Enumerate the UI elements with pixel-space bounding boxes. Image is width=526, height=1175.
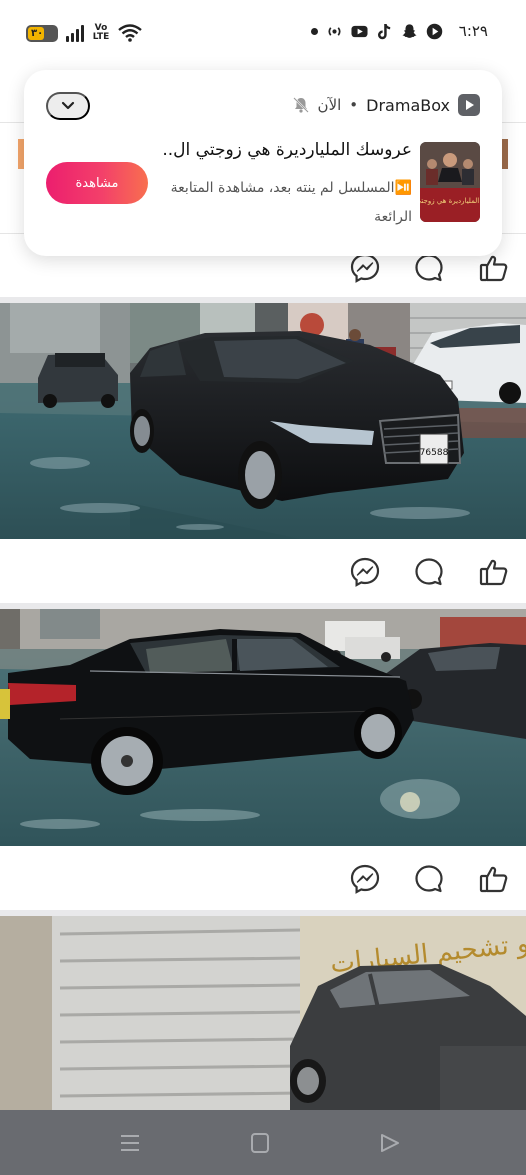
- navigation-bar: [0, 1110, 526, 1175]
- notification-title: عروسك المليارديرة هي زوجتي ال..: [162, 140, 412, 160]
- license-plate: 76588: [420, 448, 449, 458]
- status-right: ٦:٢٩: [310, 22, 488, 40]
- post-actions: [0, 847, 526, 909]
- tiktok-icon: [377, 23, 391, 39]
- car-photo-front: 76588: [0, 303, 526, 539]
- messenger-icon[interactable]: [349, 556, 381, 588]
- clock: ٦:٢٩: [458, 22, 488, 40]
- collapse-button[interactable]: [46, 92, 90, 120]
- status-bar: ٣٠ Vo LTE ٦:٢٩: [0, 0, 526, 62]
- back-triangle-icon[interactable]: [377, 1130, 403, 1156]
- watch-button[interactable]: مشاهدة: [46, 162, 148, 204]
- battery-level: ٣٠: [31, 27, 44, 39]
- notification-header: الآن • DramaBox: [292, 94, 480, 116]
- notification-card[interactable]: الآن • DramaBox عروسك المليارديرة هي زوج…: [24, 70, 502, 256]
- notification-app-name: DramaBox: [366, 95, 450, 115]
- signal-icon: [66, 24, 84, 42]
- wifi-icon: [118, 24, 142, 42]
- broadcast-icon: [328, 26, 341, 36]
- comment-icon[interactable]: [413, 252, 445, 284]
- youtube-icon: [351, 25, 368, 37]
- like-icon[interactable]: [478, 863, 510, 895]
- chevron-down-icon: [61, 101, 75, 110]
- like-icon[interactable]: [478, 556, 510, 588]
- home-square-icon[interactable]: [247, 1130, 273, 1156]
- thumbnail-caption: عروسك المليارديرة هي زوجتي الخفية: [420, 197, 480, 205]
- dramabox-icon: [458, 94, 480, 116]
- bell-muted-icon: [292, 97, 309, 113]
- notification-thumbnail: عروسك المليارديرة هي زوجتي الخفية: [420, 142, 480, 222]
- comment-icon[interactable]: [413, 556, 445, 588]
- network-text: Vo LTE: [92, 23, 110, 42]
- screen: ٣٠ Vo LTE ٦:٢٩ 76588 و تشحيم السيارات ال…: [0, 0, 526, 1175]
- post-photo-sign[interactable]: و تشحيم السيارات: [0, 916, 526, 1110]
- separator-dot: •: [349, 96, 359, 114]
- post-photo-car-front[interactable]: 76588: [0, 303, 526, 539]
- car-photo-side: [0, 609, 526, 846]
- post-actions: [0, 540, 526, 602]
- car-wash-sign-photo: و تشحيم السيارات: [0, 916, 526, 1110]
- like-icon[interactable]: [478, 252, 510, 284]
- battery-icon: ٣٠: [26, 24, 58, 42]
- dramabox-icon: [426, 23, 443, 39]
- snapchat-icon: [402, 23, 417, 38]
- previous-post-thumb-right: [502, 139, 508, 169]
- notification-time: الآن: [317, 96, 342, 114]
- notification-body: ⏯️المسلسل لم ينته بعد، مشاهدة المتابعة ا…: [170, 180, 412, 225]
- menu-icon[interactable]: [117, 1130, 143, 1156]
- network-label: Vo LTE: [92, 24, 110, 42]
- messenger-icon[interactable]: [349, 252, 381, 284]
- messenger-icon[interactable]: [349, 863, 381, 895]
- dot-icon: [310, 27, 318, 35]
- post-photo-car-side[interactable]: [0, 609, 526, 846]
- status-left: ٣٠ Vo LTE: [26, 24, 142, 42]
- comment-icon[interactable]: [413, 863, 445, 895]
